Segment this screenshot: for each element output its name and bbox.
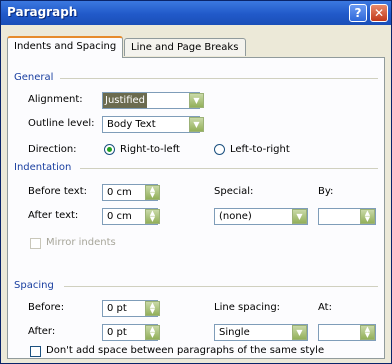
spacing-before-spinner-icon[interactable]: ▲ ▼ xyxy=(145,301,160,316)
by-label: By: xyxy=(318,186,334,197)
before-text-spinner-icon[interactable]: ▲ ▼ xyxy=(145,185,160,200)
tab-label: Indents and Spacing xyxy=(14,41,117,52)
special-value: (none) xyxy=(219,211,252,222)
right-to-left-radio[interactable] xyxy=(104,144,115,155)
alignment-dropdown-arrow-icon[interactable]: ▼ xyxy=(189,93,204,108)
line-spacing-label: Line spacing: xyxy=(214,302,281,313)
dialog-title: Paragraph xyxy=(7,5,78,19)
alignment-dropdown[interactable]: Justified xyxy=(102,92,200,109)
spacing-after-label: After: xyxy=(28,326,56,337)
tab-label: Line and Page Breaks xyxy=(131,42,239,53)
paragraph-dialog: Paragraph ? ✕ Indents and Spacing Line a… xyxy=(0,0,392,364)
close-button[interactable]: ✕ xyxy=(370,4,388,22)
alignment-value: Justified xyxy=(103,93,147,108)
spacing-heading: Spacing xyxy=(14,280,54,291)
right-to-left-label[interactable]: Right-to-left xyxy=(120,144,180,155)
spacing-after-spinner-icon[interactable]: ▲ ▼ xyxy=(145,325,160,340)
mirror-indents-label: Mirror indents xyxy=(46,237,116,248)
before-text-label: Before text: xyxy=(28,186,87,197)
indentation-heading: Indentation xyxy=(14,162,72,173)
mirror-indents-checkbox[interactable] xyxy=(30,238,41,249)
after-text-spinner-icon[interactable]: ▲ ▼ xyxy=(145,209,160,224)
before-text-value: 0 cm xyxy=(107,187,132,198)
outline-level-dropdown[interactable]: Body Text xyxy=(102,116,200,133)
spacing-before-label: Before: xyxy=(28,302,65,313)
line-spacing-dropdown-arrow-icon[interactable]: ▼ xyxy=(292,325,307,340)
spacing-before-value: 0 pt xyxy=(107,303,127,314)
left-to-right-radio[interactable] xyxy=(214,144,225,155)
spacing-after-value: 0 pt xyxy=(107,327,127,338)
by-spinner-icon[interactable]: ▲ ▼ xyxy=(360,209,375,224)
special-dropdown-arrow-icon[interactable]: ▼ xyxy=(292,209,307,224)
tab-panel: General Alignment: Justified ▼ Outline l… xyxy=(7,57,385,359)
dont-add-space-label[interactable]: Don't add space between paragraphs of th… xyxy=(46,345,324,356)
at-label: At: xyxy=(318,302,332,313)
direction-label: Direction: xyxy=(28,144,77,155)
outline-level-value: Body Text xyxy=(107,119,156,130)
title-bar[interactable]: Paragraph ? ✕ xyxy=(1,1,391,25)
line-spacing-value: Single xyxy=(219,327,250,338)
after-text-value: 0 cm xyxy=(107,211,132,222)
at-spinner-icon[interactable]: ▲ ▼ xyxy=(360,325,375,340)
alignment-label: Alignment: xyxy=(28,94,83,105)
general-heading: General xyxy=(14,72,54,83)
tab-line-and-page-breaks[interactable]: Line and Page Breaks xyxy=(124,38,246,56)
outline-level-dropdown-arrow-icon[interactable]: ▼ xyxy=(189,117,204,132)
spacing-separator xyxy=(64,286,378,287)
dont-add-space-checkbox[interactable] xyxy=(30,346,41,357)
after-text-label: After text: xyxy=(28,210,79,221)
tab-indents-and-spacing[interactable]: Indents and Spacing xyxy=(7,36,123,58)
special-label: Special: xyxy=(214,186,254,197)
help-button[interactable]: ? xyxy=(349,4,367,22)
left-to-right-label[interactable]: Left-to-right xyxy=(230,144,290,155)
indentation-separator xyxy=(80,168,378,169)
general-separator xyxy=(60,78,378,79)
outline-level-label: Outline level: xyxy=(28,118,95,129)
